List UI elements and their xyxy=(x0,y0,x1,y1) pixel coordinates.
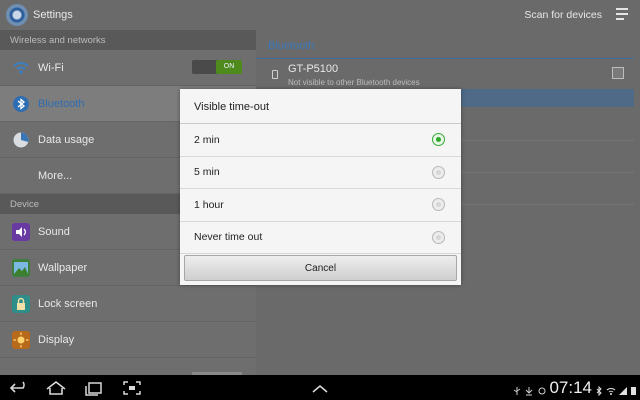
display-icon xyxy=(12,330,30,349)
pane-title: Bluetooth xyxy=(256,30,634,59)
download-icon xyxy=(524,383,533,396)
option-label: 2 min xyxy=(194,133,220,146)
battery-icon xyxy=(629,383,638,395)
option-label: Never time out xyxy=(194,231,263,244)
app-title: Settings xyxy=(33,9,73,21)
option-5-min[interactable]: 5 min xyxy=(180,157,461,189)
chevron-up-icon[interactable] xyxy=(308,381,332,397)
radio-unselected-icon[interactable] xyxy=(432,230,445,244)
settings-item-label: Sound xyxy=(38,225,70,238)
sound-icon xyxy=(12,222,30,241)
recent-apps-icon[interactable] xyxy=(82,380,106,396)
clock: 07:14 xyxy=(549,378,592,397)
toggle-state: ON xyxy=(216,60,242,74)
cancel-button[interactable]: Cancel xyxy=(184,255,457,281)
settings-item-label: More... xyxy=(38,169,73,182)
bluetooth-status-icon xyxy=(594,383,603,397)
wifi-toggle[interactable]: ON xyxy=(192,60,242,74)
back-icon[interactable] xyxy=(8,380,32,396)
radio-unselected-icon[interactable] xyxy=(432,198,445,212)
radio-unselected-icon[interactable] xyxy=(432,165,445,179)
option-2-min[interactable]: 2 min xyxy=(180,124,461,157)
device-visibility-status: Not visible to other Bluetooth devices xyxy=(288,78,420,87)
wallpaper-icon xyxy=(12,258,30,277)
screenshot-icon[interactable] xyxy=(120,380,144,396)
system-bar: 07:14 xyxy=(0,375,640,400)
overflow-menu-icon[interactable] xyxy=(616,8,628,20)
settings-item-wifi[interactable]: Wi-Fi ON xyxy=(0,50,256,86)
home-icon[interactable] xyxy=(44,380,68,396)
lock-icon xyxy=(12,294,30,313)
scan-for-devices-button[interactable]: Scan for devices xyxy=(524,9,602,21)
settings-item-label: Lock screen xyxy=(38,297,98,310)
settings-item-label: Wi-Fi xyxy=(38,61,64,74)
settings-item-label: Wallpaper xyxy=(38,261,88,274)
option-label: 1 hour xyxy=(194,198,224,211)
dialog-title: Visible time-out xyxy=(180,89,461,124)
settings-item-lock-screen[interactable]: Lock screen xyxy=(0,286,256,322)
visible-timeout-dialog: Visible time-out 2 min 5 min 1 hour Neve… xyxy=(180,89,461,285)
phone-icon xyxy=(272,70,278,79)
section-header-wireless: Wireless and networks xyxy=(0,30,256,50)
wifi-status-icon xyxy=(606,383,616,395)
data-usage-icon xyxy=(12,131,30,149)
option-label: 5 min xyxy=(194,166,220,179)
option-1-hour[interactable]: 1 hour xyxy=(180,189,461,222)
settings-gear-icon[interactable] xyxy=(6,4,28,26)
settings-item-label: Display xyxy=(38,333,75,346)
signal-icon xyxy=(618,383,627,395)
wifi-icon xyxy=(12,59,30,77)
device-row[interactable]: GT-P5100 Not visible to other Bluetooth … xyxy=(256,59,640,89)
radio-selected-icon[interactable] xyxy=(432,133,445,147)
usb-icon xyxy=(512,383,521,395)
action-bar: Settings Scan for devices xyxy=(0,0,640,30)
device-name: GT-P5100 xyxy=(288,63,339,75)
visibility-checkbox[interactable] xyxy=(612,67,624,79)
option-never-time-out[interactable]: Never time out xyxy=(180,222,461,254)
settings-item-label: Bluetooth xyxy=(38,97,85,110)
sync-icon xyxy=(537,383,546,395)
settings-item-label: Data usage xyxy=(38,133,95,146)
bluetooth-icon xyxy=(12,95,30,113)
settings-item-display[interactable]: Display xyxy=(0,322,256,358)
